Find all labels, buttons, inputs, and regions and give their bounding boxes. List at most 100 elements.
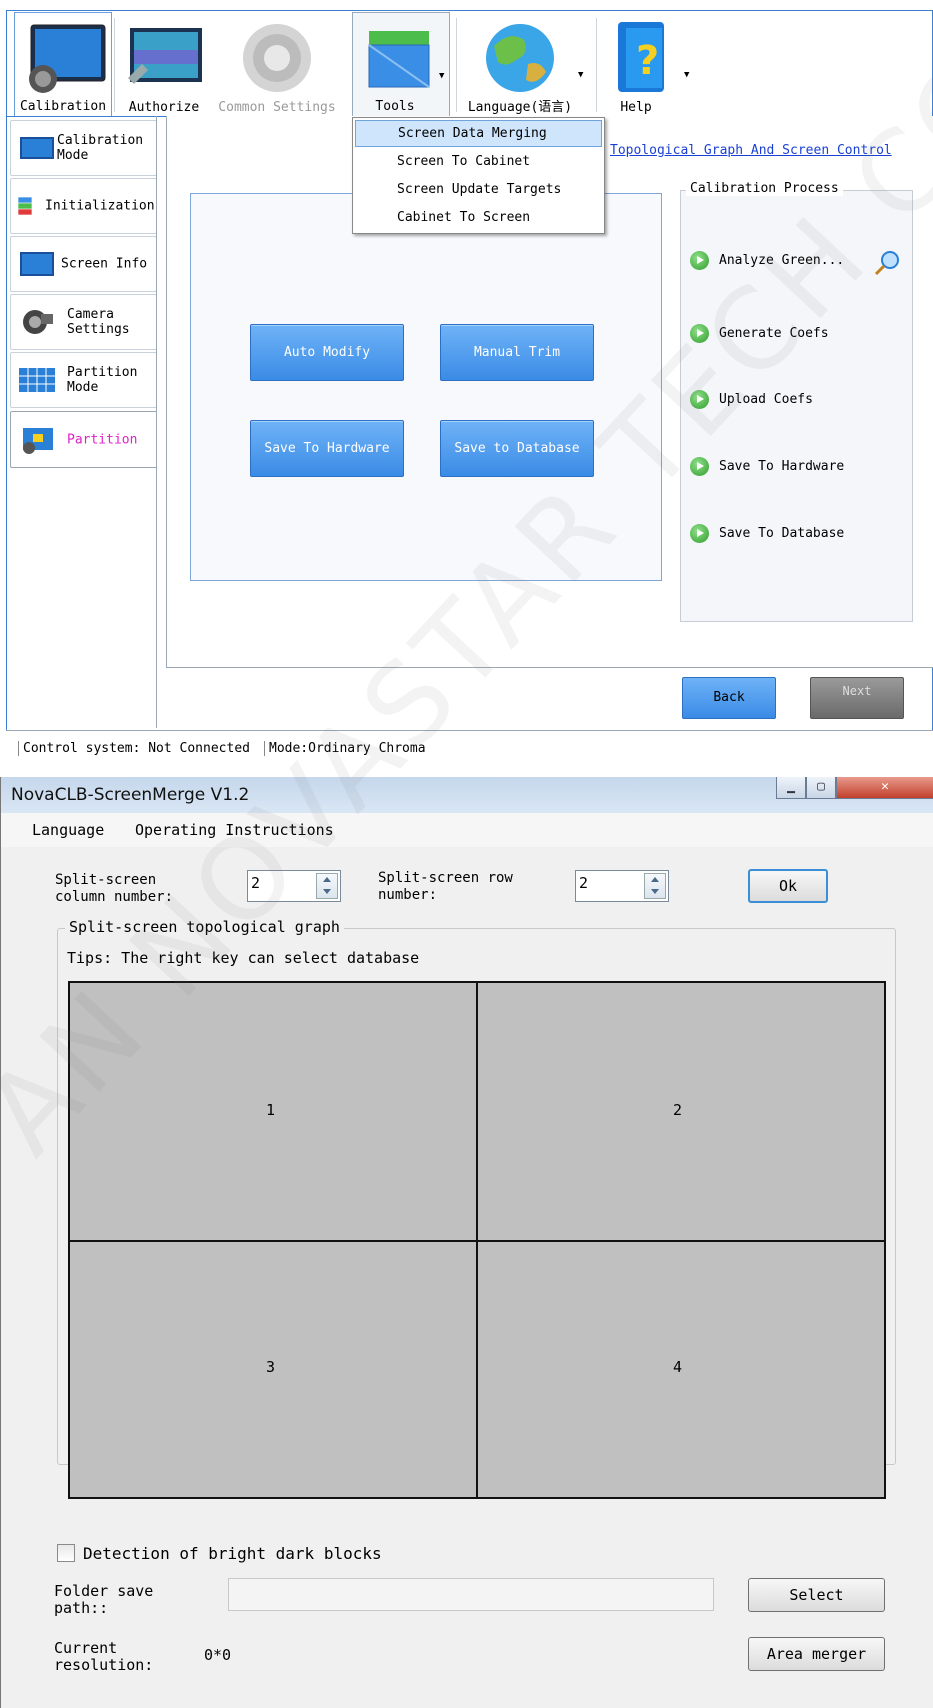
split-screen-grid[interactable]: 1 2 3 4 bbox=[68, 981, 886, 1499]
toolbox-icon bbox=[368, 31, 430, 88]
menu-bar: Language Operating Instructions bbox=[1, 813, 933, 847]
menu-item-screen-data-merging[interactable]: Screen Data Merging bbox=[355, 120, 602, 147]
toolbar-authorize-label: Authorize bbox=[128, 100, 200, 115]
save-to-database-button[interactable]: Save to Database bbox=[440, 420, 594, 477]
sidebar-item-label: Partition Mode bbox=[67, 365, 138, 395]
manual-trim-button[interactable]: Manual Trim bbox=[440, 324, 594, 381]
sidebar-divider bbox=[156, 116, 157, 728]
grid-cell[interactable]: 2 bbox=[477, 983, 884, 1240]
grid-icon bbox=[19, 368, 55, 392]
process-step: Generate Coefs bbox=[690, 324, 829, 343]
column-number-label: Split-screen column number: bbox=[55, 872, 174, 905]
menu-item-screen-to-cabinet[interactable]: Screen To Cabinet bbox=[355, 148, 602, 175]
screen-icon bbox=[20, 252, 54, 276]
sidebar-item-label: Calibration Mode bbox=[57, 133, 144, 163]
spin-arrows-icon[interactable] bbox=[644, 873, 666, 899]
sidebar-item-partition-mode[interactable]: Partition Mode bbox=[10, 352, 157, 408]
toolbar-common-settings-button[interactable]: Common Settings bbox=[214, 12, 340, 117]
sidebar-item-label: Screen Info bbox=[61, 256, 148, 272]
camera-icon bbox=[23, 310, 53, 334]
menu-language[interactable]: Language bbox=[32, 821, 104, 839]
svg-text:?: ? bbox=[636, 38, 659, 84]
grid-cell-label: 2 bbox=[673, 1101, 683, 1119]
save-to-hardware-button[interactable]: Save To Hardware bbox=[250, 420, 404, 477]
grid-cell[interactable]: 3 bbox=[70, 1240, 477, 1497]
play-icon bbox=[690, 524, 709, 543]
toolbar-help-label: Help bbox=[620, 100, 652, 115]
close-icon[interactable]: ✕ bbox=[836, 777, 933, 799]
row-number-label: Split-screen row number: bbox=[378, 870, 513, 903]
maximize-icon[interactable]: ▢ bbox=[806, 777, 836, 799]
area-merger-button[interactable]: Area merger bbox=[748, 1637, 885, 1671]
search-icon[interactable] bbox=[873, 249, 903, 277]
status-bar: Control system: Not Connected Mode:Ordin… bbox=[6, 730, 933, 764]
sidebar-item-initialization[interactable]: Initialization bbox=[10, 178, 157, 234]
toolbar-separator bbox=[114, 18, 115, 112]
resolution-label: Current resolution: bbox=[54, 1639, 154, 1674]
toolbar-tools-button[interactable]: ▼ Tools bbox=[352, 12, 450, 117]
title-bar: NovaCLB-ScreenMerge V1.2 ▁ ▢ ✕ bbox=[1, 777, 933, 813]
row-number-value: 2 bbox=[579, 874, 589, 892]
toolbar-language-label: Language(语言) bbox=[467, 100, 573, 115]
folder-path-label: Folder save path:: bbox=[54, 1582, 154, 1617]
ok-button[interactable]: Ok bbox=[748, 869, 828, 903]
process-step-label: Analyze Green... bbox=[719, 253, 845, 268]
detection-checkbox[interactable] bbox=[57, 1544, 75, 1562]
auto-modify-button[interactable]: Auto Modify bbox=[250, 324, 404, 381]
action-panel bbox=[190, 193, 662, 581]
toolbar-help-button[interactable]: ? ▼ Help bbox=[600, 12, 690, 117]
toolbar-separator bbox=[596, 18, 597, 112]
partition-icon bbox=[23, 427, 53, 454]
help-book-icon: ? bbox=[618, 22, 664, 92]
row-number-stepper[interactable]: 2 bbox=[575, 870, 669, 902]
sidebar-item-label: Partition bbox=[67, 432, 138, 447]
toolbar-authorize-button[interactable]: Authorize bbox=[118, 12, 210, 117]
monitor-icon bbox=[20, 137, 54, 159]
process-step: Analyze Green... bbox=[690, 251, 844, 270]
sidebar-item-calibration-mode[interactable]: Calibration Mode bbox=[10, 120, 157, 176]
process-step: Save To Hardware bbox=[690, 457, 844, 476]
column-number-stepper[interactable]: 2 bbox=[247, 870, 341, 902]
menu-operating-instructions[interactable]: Operating Instructions bbox=[135, 821, 334, 839]
process-step-label: Save To Database bbox=[719, 526, 845, 541]
sidebar-item-label: Camera Settings bbox=[67, 307, 130, 337]
window-title: NovaCLB-ScreenMerge V1.2 bbox=[11, 785, 250, 805]
process-step: Save To Database bbox=[690, 524, 844, 543]
topology-group-title: Split-screen topological graph bbox=[65, 918, 344, 936]
help-dropdown-arrow-icon[interactable]: ▼ bbox=[684, 70, 689, 80]
calibration-process-title: Calibration Process bbox=[686, 181, 843, 196]
sidebar-item-screen-info[interactable]: Screen Info bbox=[10, 236, 157, 292]
globe-icon bbox=[486, 24, 554, 92]
process-step-label: Upload Coefs bbox=[719, 392, 813, 407]
column-number-value: 2 bbox=[251, 874, 261, 892]
process-step-label: Save To Hardware bbox=[719, 459, 845, 474]
toolbar-common-settings-label: Common Settings bbox=[218, 100, 336, 115]
menu-item-cabinet-to-screen[interactable]: Cabinet To Screen bbox=[355, 204, 602, 231]
play-icon bbox=[690, 390, 709, 409]
toolbar-separator bbox=[456, 18, 457, 112]
play-icon bbox=[690, 251, 709, 270]
minimize-icon[interactable]: ▁ bbox=[776, 777, 806, 799]
grid-cell[interactable]: 4 bbox=[477, 1240, 884, 1497]
grid-cell-label: 1 bbox=[266, 1101, 276, 1119]
back-button[interactable]: Back bbox=[682, 677, 776, 719]
grid-divider bbox=[70, 1240, 884, 1242]
status-mode: Mode:Ordinary Chroma bbox=[264, 741, 426, 756]
toolbar-calibration-button[interactable]: Calibration bbox=[14, 12, 112, 117]
tools-dropdown-arrow-icon[interactable]: ▼ bbox=[439, 71, 444, 81]
menu-item-screen-update-targets[interactable]: Screen Update Targets bbox=[355, 176, 602, 203]
sidebar-item-camera-settings[interactable]: Camera Settings bbox=[10, 294, 157, 350]
select-button[interactable]: Select bbox=[748, 1578, 885, 1612]
toolbar-language-button[interactable]: ▼ Language(语言) bbox=[460, 12, 590, 117]
folder-path-input[interactable] bbox=[228, 1578, 714, 1611]
detection-label: Detection of bright dark blocks bbox=[83, 1544, 382, 1563]
toolbar-calibration-label: Calibration bbox=[19, 99, 107, 114]
grid-cell[interactable]: 1 bbox=[70, 983, 477, 1240]
language-dropdown-arrow-icon[interactable]: ▼ bbox=[578, 70, 583, 80]
spin-arrows-icon[interactable] bbox=[316, 873, 338, 899]
sidebar-item-label: Initialization bbox=[45, 198, 155, 214]
topological-graph-link[interactable]: Topological Graph And Screen Control bbox=[610, 143, 892, 158]
database-icon bbox=[18, 197, 32, 215]
sidebar-item-partition[interactable]: Partition bbox=[10, 411, 157, 468]
process-step: Upload Coefs bbox=[690, 390, 813, 409]
